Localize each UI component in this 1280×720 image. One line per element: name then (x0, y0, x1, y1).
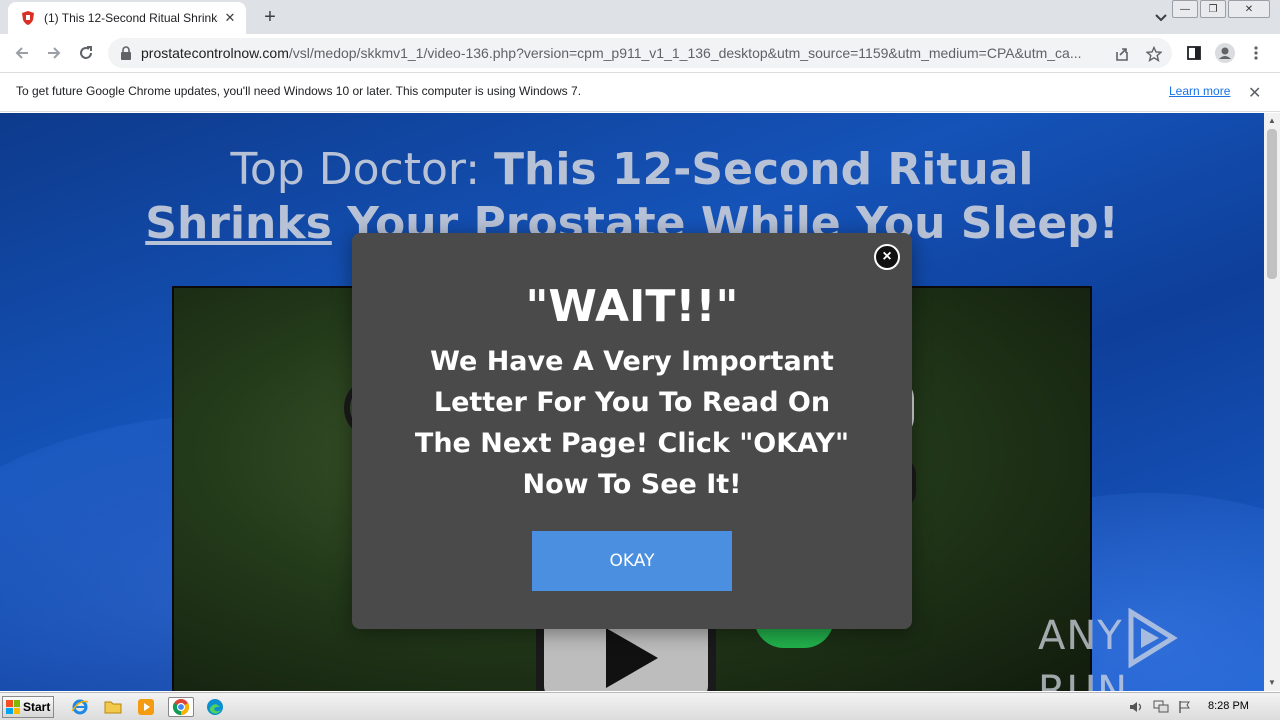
url-text[interactable]: prostatecontrolnow.com/vsl/medop/skkmv1_… (141, 45, 1113, 61)
lock-icon (121, 46, 131, 60)
back-button[interactable] (11, 42, 33, 64)
play-icon (606, 628, 658, 688)
profile-button[interactable] (1214, 42, 1236, 64)
browser-tab[interactable]: (1) This 12-Second Ritual Shrinks Yo ✕ (8, 2, 246, 34)
tab-title: (1) This 12-Second Ritual Shrinks Yo (44, 11, 218, 25)
infobar-message: To get future Google Chrome updates, you… (16, 84, 582, 98)
action-center-flag-icon[interactable] (1176, 699, 1194, 715)
anyrun-watermark: ANY RUN (1038, 607, 1264, 691)
profile-avatar-icon (1215, 43, 1235, 63)
scroll-down-arrow-icon[interactable]: ▼ (1267, 678, 1277, 688)
chrome-icon[interactable] (168, 697, 194, 717)
side-panel-button[interactable] (1183, 42, 1205, 64)
forward-arrow-icon (48, 47, 61, 59)
learn-more-link[interactable]: Learn more (1169, 84, 1230, 98)
address-bar[interactable]: prostatecontrolnow.com/vsl/medop/skkmv1_… (108, 38, 1172, 68)
restore-button[interactable]: ❐ (1200, 0, 1226, 18)
headline-bold: This 12-Second Ritual (494, 144, 1034, 195)
browser-toolbar: prostatecontrolnow.com/vsl/medop/skkmv1_… (0, 34, 1280, 72)
headline-prefix: Top Doctor: (230, 144, 495, 195)
update-infobar: To get future Google Chrome updates, you… (0, 72, 1280, 112)
watermark-right: RUN (1038, 668, 1128, 691)
reload-button[interactable] (75, 42, 97, 64)
start-button[interactable]: Start (2, 696, 54, 718)
minimize-button[interactable]: — (1172, 0, 1198, 18)
folder-icon[interactable] (102, 697, 124, 717)
forward-button[interactable] (43, 42, 65, 64)
okay-button[interactable]: OKAY (532, 531, 732, 591)
page-scrollbar[interactable]: ▲ ▼ (1264, 113, 1280, 691)
anyrun-play-logo-icon (1128, 607, 1178, 669)
infobar-close-icon[interactable]: ✕ (1248, 83, 1261, 103)
tab-close-icon[interactable]: ✕ (222, 10, 238, 26)
start-label: Start (23, 700, 51, 714)
system-tray (1122, 695, 1278, 719)
chrome-menu-button[interactable] (1245, 42, 1267, 64)
reload-icon (80, 46, 92, 59)
edge-icon[interactable] (204, 697, 226, 717)
network-icon[interactable] (1152, 699, 1170, 715)
taskbar-clock: 8:28 PM (1208, 700, 1249, 712)
tab-strip: (1) This 12-Second Ritual Shrinks Yo ✕ +… (0, 0, 1280, 34)
scroll-thumb[interactable] (1267, 129, 1277, 279)
side-panel-icon (1187, 46, 1201, 60)
new-tab-button[interactable]: + (258, 6, 282, 28)
share-icon[interactable] (1113, 45, 1131, 63)
url-path: /vsl/medop/skkmv1_1/video-136.php?versio… (288, 45, 1082, 61)
back-arrow-icon (15, 47, 28, 59)
url-host: prostatecontrolnow.com (141, 45, 289, 61)
modal-message: We Have A Very Important Letter For You … (414, 346, 850, 500)
kebab-menu-icon (1254, 46, 1258, 60)
watermark-left: ANY (1038, 613, 1123, 659)
headline-underlined: Shrinks (145, 198, 332, 249)
tab-search-chevron-icon[interactable] (1151, 8, 1171, 26)
bookmark-star-icon[interactable] (1145, 45, 1163, 63)
modal-close-icon[interactable]: × (874, 244, 900, 270)
window-close-button[interactable]: ✕ (1228, 0, 1270, 18)
ie-icon[interactable] (69, 697, 91, 717)
volume-icon[interactable] (1128, 699, 1146, 715)
windows-flag-icon (6, 700, 20, 714)
windows-taskbar: Start 8:28 PM (0, 692, 1280, 720)
scroll-up-arrow-icon[interactable]: ▲ (1267, 116, 1277, 126)
window-controls: — ❐ ✕ (1170, 0, 1270, 18)
media-player-icon[interactable] (135, 697, 157, 717)
shield-favicon-icon (22, 11, 34, 25)
exit-popup-modal: × "WAIT!!" We Have A Very Important Lett… (352, 233, 912, 629)
modal-title: "WAIT!!" (525, 281, 739, 332)
